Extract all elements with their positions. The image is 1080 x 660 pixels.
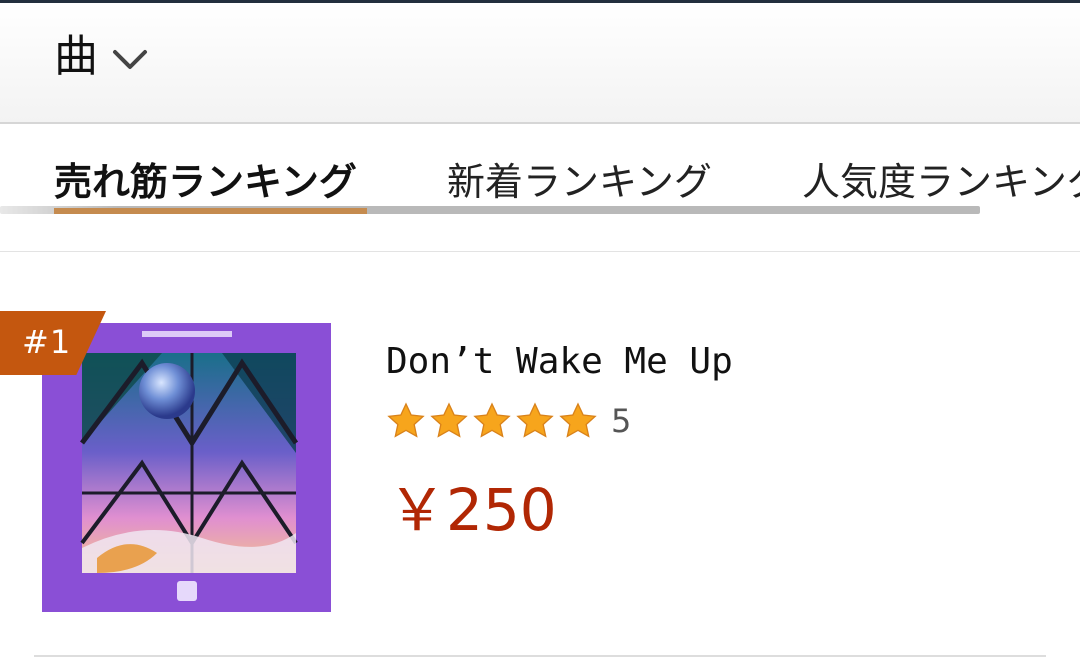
star-icon — [430, 402, 468, 438]
row-divider — [34, 655, 1046, 657]
star-icon — [387, 402, 425, 438]
ranking-tabs: 売れ筋ランキング 新着ランキング 人気度ランキング — [0, 126, 1080, 252]
product-title[interactable]: Don’t Wake Me Up — [386, 341, 733, 382]
tab-popularity[interactable]: 人気度ランキング — [802, 158, 1080, 206]
product-row[interactable]: #1 Don’t Wake Me Up 5 ￥250 — [0, 253, 1080, 660]
tab-new-releases[interactable]: 新着ランキング — [447, 158, 712, 206]
star-rating[interactable]: 5 — [386, 401, 631, 441]
star-icon — [559, 402, 597, 438]
tab-bestsellers[interactable]: 売れ筋ランキング — [54, 158, 357, 206]
star-icon — [473, 402, 511, 438]
rank-label: #1 — [22, 323, 72, 361]
rating-count: 5 — [611, 402, 632, 440]
category-label: 曲 — [54, 31, 98, 82]
category-dropdown[interactable]: 曲 — [54, 29, 148, 85]
chevron-down-icon — [113, 50, 147, 69]
star-icon — [516, 402, 554, 438]
app-header: 曲 — [0, 3, 1080, 124]
active-tab-indicator — [54, 208, 367, 214]
product-price: ￥250 — [388, 476, 557, 544]
album-cover[interactable] — [42, 323, 331, 612]
